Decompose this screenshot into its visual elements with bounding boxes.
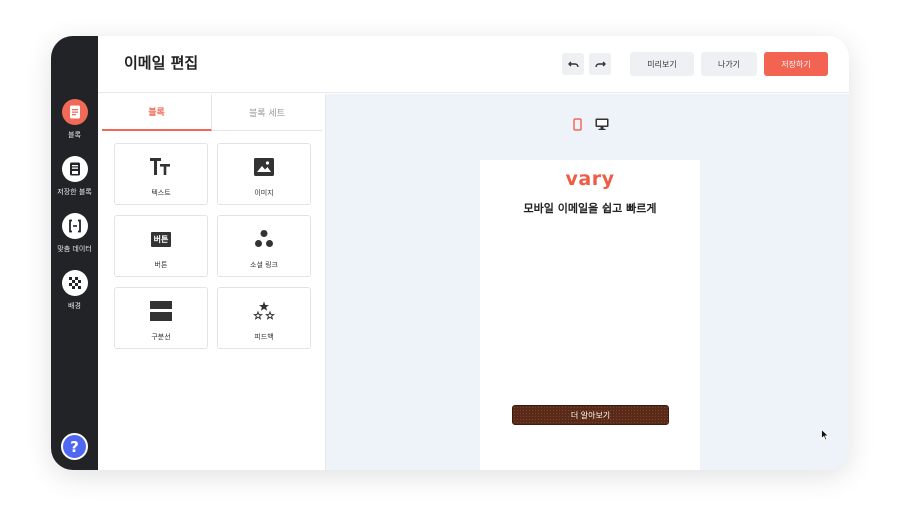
block-label: 소셜 링크 <box>250 261 278 269</box>
save-button[interactable]: 저장하기 <box>764 52 828 76</box>
checker-icon <box>61 270 88 296</box>
tab-block-sets[interactable]: 블록 세트 <box>212 94 322 131</box>
rail-label-saved-blocks: 저장한 블록 <box>57 188 92 196</box>
rail-item-blocks[interactable]: 블록 <box>51 99 98 140</box>
rail-item-background[interactable]: 배경 <box>51 270 98 311</box>
redo-button[interactable] <box>589 53 611 75</box>
brand-logo: vary <box>565 168 615 190</box>
email-headline[interactable]: 모바일 이메일을 쉽고 빠르게 <box>480 200 700 216</box>
block-button[interactable]: 버튼 버튼 <box>114 215 208 277</box>
block-social-link[interactable]: 소셜 링크 <box>217 215 311 277</box>
block-panel: 블록 블록 세트 텍스트 이미지 버튼 버튼 소셜 링크 구분선 피드백 <box>98 94 326 470</box>
text-icon <box>115 154 207 180</box>
block-label: 이미지 <box>254 189 274 197</box>
block-divider[interactable]: 구분선 <box>114 287 208 349</box>
social-icon <box>218 226 310 252</box>
block-text[interactable]: 텍스트 <box>114 143 208 205</box>
divider-icon <box>115 298 207 324</box>
image-icon <box>218 154 310 180</box>
block-label: 구분선 <box>151 333 171 341</box>
mouse-cursor-icon <box>821 429 830 441</box>
block-feedback[interactable]: 피드백 <box>217 287 311 349</box>
rail-label-background: 배경 <box>68 302 81 310</box>
rail-label-blocks: 블록 <box>68 131 81 139</box>
redo-icon <box>594 61 606 67</box>
page-title: 이메일 편집 <box>124 54 199 72</box>
editor-window: 블록 저장한 블록 맞춤 데이터 배경 ? 이메일 편집 미리보기 나가기 저장… <box>51 36 849 470</box>
block-label: 피드백 <box>254 333 274 341</box>
undo-button[interactable] <box>562 53 584 75</box>
email-canvas: vary 모바일 이메일을 쉽고 빠르게 더 알아보기 <box>326 94 849 470</box>
rail-item-saved-blocks[interactable]: 저장한 블록 <box>51 156 98 197</box>
stars-icon <box>218 298 310 324</box>
mobile-icon <box>572 117 582 131</box>
icon-rail: 블록 저장한 블록 맞춤 데이터 배경 ? <box>51 36 98 470</box>
saved-block-icon <box>61 156 88 182</box>
rail-label-custom-data: 맞춤 데이터 <box>57 245 92 253</box>
tab-blocks[interactable]: 블록 <box>102 94 212 131</box>
exit-button[interactable]: 나가기 <box>701 52 757 76</box>
block-label: 버튼 <box>154 261 168 269</box>
desktop-view-button[interactable] <box>594 116 610 132</box>
desktop-icon <box>595 118 609 130</box>
block-image[interactable]: 이미지 <box>217 143 311 205</box>
custom-data-icon <box>61 213 88 239</box>
document-icon <box>61 99 88 125</box>
button-icon: 버튼 <box>115 226 207 252</box>
undo-icon <box>567 61 579 67</box>
email-preview[interactable]: vary 모바일 이메일을 쉽고 빠르게 더 알아보기 <box>480 160 700 470</box>
learn-more-button[interactable]: 더 알아보기 <box>512 405 669 425</box>
help-button[interactable]: ? <box>61 433 88 460</box>
rail-item-custom-data[interactable]: 맞춤 데이터 <box>51 213 98 254</box>
preview-button[interactable]: 미리보기 <box>630 52 694 76</box>
block-label: 텍스트 <box>151 189 171 197</box>
button-badge: 버튼 <box>150 231 172 247</box>
editor-header: 이메일 편집 미리보기 나가기 저장하기 <box>98 36 849 93</box>
mobile-view-button[interactable] <box>569 116 585 132</box>
